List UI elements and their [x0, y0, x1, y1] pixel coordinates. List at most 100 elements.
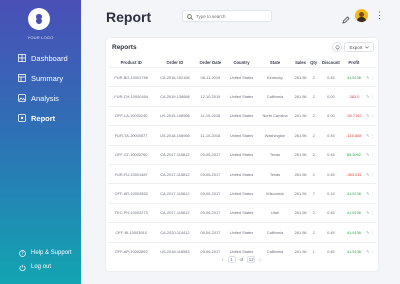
table-cell: 261.96	[292, 202, 309, 223]
edit-icon[interactable]: ✎	[366, 172, 369, 177]
more-options-icon[interactable]: ⋮	[370, 230, 374, 235]
current-page-field[interactable]: 1	[227, 256, 236, 263]
table-cell: 261.96	[292, 241, 309, 261]
column-header[interactable]: Product ID	[108, 57, 154, 68]
table-cell: California	[257, 241, 293, 261]
table-row[interactable]: OFF-BI-10003910 CA-2020-114412 09-06-2017 U…	[108, 222, 376, 243]
column-header[interactable]: Order ID	[154, 57, 195, 68]
table-cell: OFF-AP-10002892	[108, 241, 155, 261]
edit-icon[interactable]: ✎	[366, 94, 369, 99]
table-cell: United States	[225, 86, 258, 107]
column-header[interactable]: Profit	[343, 57, 364, 68]
more-options-icon[interactable]: ⋮	[370, 210, 374, 215]
more-options-icon[interactable]: ⋮	[370, 94, 374, 99]
table-cell: 0.45	[318, 222, 344, 243]
row-actions: ✎ ⋮	[364, 105, 376, 126]
edit-icon[interactable]	[342, 11, 350, 29]
table-cell: 09-06-2017	[195, 144, 226, 165]
column-header[interactable]: Discount	[318, 57, 343, 68]
table-cell: 09-06-2017	[195, 222, 226, 243]
more-options-icon[interactable]: ⋮	[370, 113, 374, 118]
table-cell: 2	[308, 105, 319, 126]
table-cell: North Carolina	[257, 105, 293, 126]
table-row[interactable]: FUR-TA-10000577 US-2018-108966 11-10-2018 U…	[108, 125, 376, 146]
table-cell: 2	[308, 144, 319, 165]
table-cell: CA-2019-138688	[154, 86, 196, 107]
column-header[interactable]: Qty	[309, 57, 319, 68]
table-row[interactable]: TEC-PH-10002275 CA-2017-115812 09-06-2017 U…	[108, 202, 376, 223]
sidebar-item-analysis[interactable]: Analysis	[0, 88, 81, 108]
edit-icon[interactable]: ✎	[366, 75, 369, 80]
table-cell: 0.15	[318, 183, 344, 204]
page-of-label: of	[239, 257, 244, 262]
sidebar-item-help[interactable]: ? Help & Support	[0, 246, 81, 260]
sidebar-item-summary[interactable]: Summary	[0, 68, 81, 88]
table-cell: -363.031	[343, 163, 365, 184]
export-button[interactable]: Export	[344, 42, 374, 52]
edit-icon[interactable]: ✎	[366, 133, 369, 138]
table-cell: 11-10-2018	[195, 105, 226, 126]
more-options-icon[interactable]: ⋮	[370, 172, 374, 177]
column-header[interactable]: Sales	[292, 57, 308, 68]
table-cell: TEC-PH-10002275	[108, 202, 155, 223]
sidebar-item-dashboard[interactable]: Dashboard	[0, 48, 81, 68]
table-row[interactable]: OFF-ST-10000760 CA-2017-115812 09-06-2017 U…	[108, 144, 376, 165]
row-actions: ✎ ⋮	[364, 241, 376, 261]
table-cell: 0.45	[318, 241, 344, 261]
more-options-icon[interactable]: ⋮	[370, 75, 374, 80]
table-cell: CA-2020-114412	[154, 222, 196, 243]
page-title: Report	[106, 9, 152, 25]
prev-page-icon[interactable]: ‹	[222, 257, 224, 262]
table-cell: CA-2016-152156	[154, 66, 196, 87]
avatar[interactable]	[355, 9, 368, 22]
table-icon	[18, 74, 26, 82]
table-cell: OFF-AR-10002833	[108, 183, 155, 204]
more-options-icon[interactable]: ⋮	[370, 191, 374, 196]
edit-icon[interactable]: ✎	[366, 191, 369, 196]
search-box[interactable]	[182, 10, 272, 22]
reports-table: Product ID Order ID Order Date Country State…	[108, 57, 376, 261]
sidebar-item-label: Analysis	[31, 93, 59, 103]
edit-icon[interactable]: ✎	[366, 249, 369, 254]
column-header[interactable]: Order Date	[195, 57, 225, 68]
sidebar-item-logout[interactable]: Log out	[0, 260, 81, 274]
table-cell: 85.3092	[343, 144, 365, 165]
bulb-button[interactable]	[332, 42, 342, 52]
table-cell: FUR-FU-10001487	[108, 163, 155, 184]
column-header[interactable]: Country	[225, 57, 257, 68]
row-actions: ✎ ⋮	[364, 183, 376, 204]
table-cell: 41.9136	[343, 222, 365, 243]
table-row[interactable]: OFF-AR-10002833 CA-2017-115812 09-06-2017 U…	[108, 183, 376, 204]
table-cell: 09-06-2017	[195, 241, 226, 261]
table-cell: US-2015-108966	[154, 105, 196, 126]
edit-icon[interactable]: ✎	[366, 113, 369, 118]
reports-card: Reports Export Product ID Order ID Order D…	[106, 38, 378, 271]
more-options-icon[interactable]: ⋮	[370, 133, 374, 138]
logo-text: YOUR LOGO	[27, 35, 54, 40]
table-header-row: Product ID Order ID Order Date Country State…	[108, 57, 376, 68]
edit-icon[interactable]: ✎	[366, 152, 369, 157]
edit-icon[interactable]: ✎	[366, 230, 369, 235]
more-options-icon[interactable]: ⋮	[370, 249, 374, 254]
table-row[interactable]: FUR-BO-10001798 CA-2016-152156 08-11-2019 U…	[108, 66, 376, 87]
column-header[interactable]: State	[258, 57, 293, 68]
table-cell: 41.9136	[343, 241, 365, 261]
table-row[interactable]: FUR-FU-10001487 CA-2017-115812 09-06-2017 U…	[108, 163, 376, 184]
table-row[interactable]: OFF-LA-10000240 US-2015-108966 11-10-2018 U…	[108, 105, 376, 126]
table-cell: CA-2017-115812	[154, 163, 196, 184]
row-actions: ✎ ⋮	[364, 86, 376, 107]
next-page-icon[interactable]: ›	[259, 257, 261, 262]
edit-icon[interactable]: ✎	[366, 210, 369, 215]
table-cell: 261.96	[292, 66, 309, 87]
table-row[interactable]: FUR-CH-10000454 CA-2019-138688 12-10-2019 U…	[108, 86, 376, 107]
sidebar: YOUR LOGO Dashboard Summary Analysis Rep…	[0, 0, 81, 284]
more-options-icon[interactable]: ⋮	[375, 10, 384, 21]
chevron-down-icon	[364, 45, 369, 50]
search-input[interactable]	[193, 13, 266, 19]
table-cell: CA-2017-115812	[154, 183, 196, 204]
table-cell: 0.45	[318, 125, 344, 146]
sidebar-item-report[interactable]: Report	[0, 108, 81, 128]
row-actions: ✎ ⋮	[364, 202, 376, 223]
more-options-icon[interactable]: ⋮	[370, 152, 374, 157]
table-cell: 0.45	[318, 202, 344, 223]
